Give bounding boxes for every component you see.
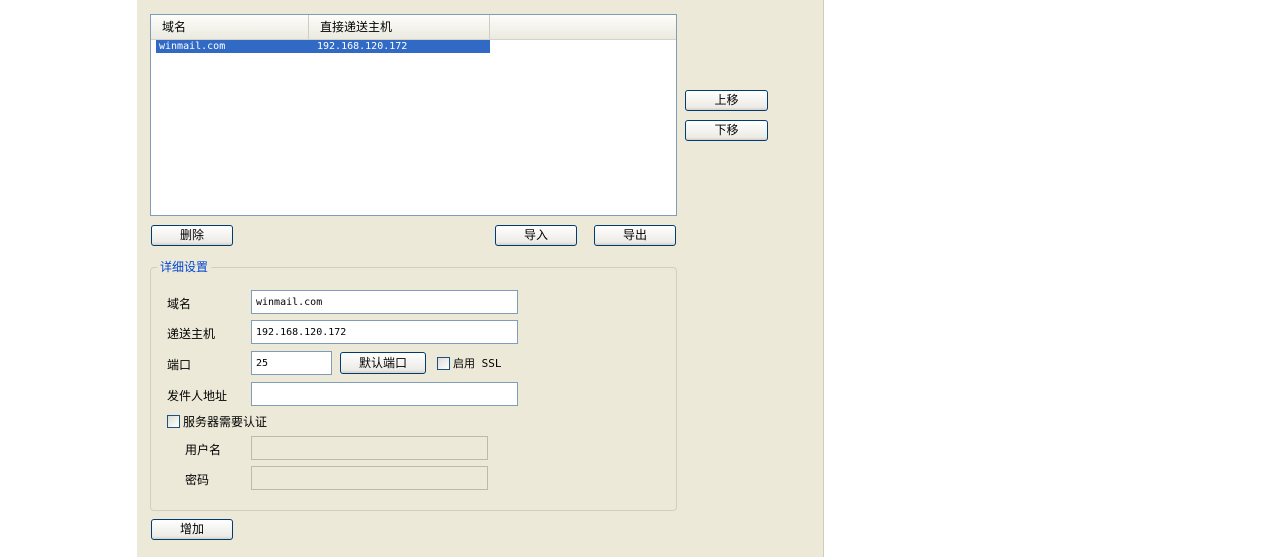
row-host-cell: 192.168.120.172 [317,41,408,52]
username-label: 用户名 [185,443,222,457]
move-up-button[interactable]: 上移 [685,90,768,111]
port-label: 端口 [167,358,192,372]
settings-panel: 域名 直接递送主机 winmail.com 192.168.120.172 上移… [137,0,824,557]
domain-input[interactable] [251,290,518,314]
move-down-button[interactable]: 下移 [685,120,768,141]
delete-button[interactable]: 删除 [151,225,233,246]
auth-required-label[interactable]: 服务器需要认证 [183,414,267,430]
ssl-label[interactable]: 启用 SSL [453,356,502,372]
ssl-checkbox[interactable] [437,357,450,370]
import-button[interactable]: 导入 [495,225,577,246]
password-input[interactable] [251,466,488,490]
username-input[interactable] [251,436,488,460]
export-button[interactable]: 导出 [594,225,676,246]
column-header-host[interactable]: 直接递送主机 [309,15,490,39]
port-input[interactable] [251,351,332,375]
host-input[interactable] [251,320,518,344]
list-header: 域名 直接递送主机 [151,15,676,40]
domain-label: 域名 [167,297,192,311]
sender-label: 发件人地址 [167,389,228,403]
domain-host-list[interactable]: 域名 直接递送主机 winmail.com 192.168.120.172 [150,14,677,216]
auth-required-checkbox[interactable] [167,415,180,428]
default-port-button[interactable]: 默认端口 [340,352,426,374]
sender-address-input[interactable] [251,382,518,406]
host-label: 递送主机 [167,327,216,341]
password-label: 密码 [185,473,210,487]
add-button[interactable]: 增加 [151,519,233,540]
column-header-domain[interactable]: 域名 [151,15,309,39]
row-domain-cell: winmail.com [159,41,226,52]
details-legend: 详细设置 [157,259,212,275]
table-row[interactable]: winmail.com 192.168.120.172 [156,40,490,53]
